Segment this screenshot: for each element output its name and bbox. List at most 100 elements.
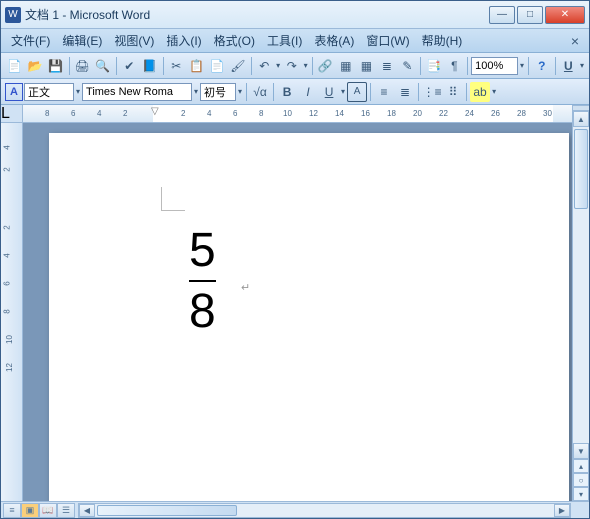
show-marks-icon[interactable]: ¶ <box>445 56 465 76</box>
hscroll-thumb[interactable] <box>97 505 237 516</box>
vertical-ruler: L 4 2 2 4 6 8 10 12 <box>1 105 23 501</box>
minimize-button[interactable]: — <box>489 6 515 24</box>
research-icon[interactable]: 📘 <box>140 56 160 76</box>
equation-fraction[interactable]: 5 8 <box>189 223 216 339</box>
size-combo[interactable]: 初号 <box>200 83 236 101</box>
separator <box>251 57 252 75</box>
bullets-icon[interactable]: ⠿ <box>443 82 463 102</box>
doc-map-icon[interactable]: 📑 <box>424 56 444 76</box>
menu-window[interactable]: 窗口(W) <box>360 30 415 51</box>
spell-icon[interactable]: ✔ <box>120 56 140 76</box>
scroll-thumb[interactable] <box>574 129 588 209</box>
separator <box>163 57 164 75</box>
close-doc-button[interactable]: × <box>565 31 585 51</box>
next-page-button[interactable]: ▾ <box>573 487 589 501</box>
undo-dropdown[interactable]: ▾ <box>275 61 281 70</box>
separator <box>418 83 419 101</box>
prev-page-button[interactable]: ▴ <box>573 459 589 473</box>
separator <box>420 57 421 75</box>
style-combo[interactable]: 正文 <box>24 83 74 101</box>
paste-icon[interactable]: 📄 <box>208 56 228 76</box>
menu-help[interactable]: 帮助(H) <box>416 30 469 51</box>
preview-icon[interactable]: 🔍 <box>93 56 113 76</box>
menu-edit[interactable]: 编辑(E) <box>56 30 108 51</box>
redo-icon[interactable]: ↷ <box>282 56 302 76</box>
standard-toolbar: 📄 📂 💾 🖨 🔍 ✔ 📘 ✂ 📋 📄 🖌 ↶▾ ↷▾ 🔗 ▦ ▦ ≣ ✎ 📑 … <box>1 53 589 79</box>
resize-grip-icon[interactable] <box>572 503 589 518</box>
vruler-strip[interactable]: 4 2 2 4 6 8 10 12 <box>1 123 22 501</box>
print-icon[interactable]: 🖨 <box>73 56 93 76</box>
help-icon[interactable]: ? <box>532 56 552 76</box>
size-dropdown[interactable]: ▾ <box>237 87 243 96</box>
fraction-denominator: 8 <box>189 284 216 339</box>
scroll-down-button[interactable]: ▼ <box>573 443 589 459</box>
underline-dropdown[interactable]: ▾ <box>340 87 346 96</box>
scroll-left-button[interactable]: ◀ <box>79 504 95 517</box>
window-title: 文档 1 - Microsoft Word <box>25 6 489 23</box>
align-left-icon[interactable]: ≡ <box>374 82 394 102</box>
italic-icon[interactable]: I <box>298 82 318 102</box>
outline-view-button[interactable]: ☰ <box>57 503 75 518</box>
cut-icon[interactable]: ✂ <box>167 56 187 76</box>
zoom-combo[interactable]: 100% <box>471 57 518 75</box>
format-painter-icon[interactable]: 🖌 <box>228 56 248 76</box>
hyperlink-icon[interactable]: 🔗 <box>316 56 336 76</box>
new-icon[interactable]: 📄 <box>5 56 25 76</box>
hscroll-track[interactable] <box>95 504 554 517</box>
close-button[interactable]: ✕ <box>545 6 585 24</box>
app-window: W 文档 1 - Microsoft Word — □ ✕ 文件(F) 编辑(E… <box>0 0 590 519</box>
scroll-track[interactable] <box>573 127 589 443</box>
vruler-tick: 6 <box>3 281 12 285</box>
page[interactable]: 5 8 ↵ <box>49 133 569 501</box>
menu-format[interactable]: 格式(O) <box>208 30 261 51</box>
style-value: 正文 <box>28 84 50 100</box>
hruler-tick: 16 <box>361 109 370 118</box>
print-layout-view-button[interactable]: ▣ <box>21 503 39 518</box>
hruler-tick: 22 <box>439 109 448 118</box>
font-combo[interactable]: Times New Roma <box>82 83 192 101</box>
document-area[interactable]: 5 8 ↵ <box>23 123 572 501</box>
underline-highlight-icon[interactable]: U <box>559 56 579 76</box>
horizontal-scrollbar: ◀ ▶ <box>78 503 571 518</box>
copy-icon[interactable]: 📋 <box>187 56 207 76</box>
indent-marker-icon[interactable]: ▽ <box>151 106 159 117</box>
styles-pane-icon[interactable]: A <box>5 83 23 101</box>
zoom-dropdown[interactable]: ▾ <box>519 61 525 70</box>
drawing-icon[interactable]: ✎ <box>398 56 418 76</box>
open-icon[interactable]: 📂 <box>26 56 46 76</box>
redo-dropdown[interactable]: ▾ <box>303 61 309 70</box>
menu-tools[interactable]: 工具(I) <box>261 30 308 51</box>
numbering-icon[interactable]: ⋮≡ <box>422 82 442 102</box>
tables-icon[interactable]: ▦ <box>336 56 356 76</box>
font-dropdown[interactable]: ▾ <box>193 87 199 96</box>
highlight-icon[interactable]: ab <box>470 82 490 102</box>
columns-icon[interactable]: ≣ <box>377 56 397 76</box>
normal-view-button[interactable]: ≡ <box>3 503 21 518</box>
horizontal-ruler[interactable]: ▽ 8 6 4 2 2 4 6 8 10 12 14 16 18 20 22 2… <box>23 105 572 123</box>
char-border-icon[interactable]: A <box>347 82 367 102</box>
separator <box>370 83 371 101</box>
menu-insert[interactable]: 插入(I) <box>160 30 207 51</box>
bottom-bar: ≡ ▣ 📖 ☰ ◀ ▶ <box>1 501 589 518</box>
menu-table[interactable]: 表格(A) <box>308 30 360 51</box>
dropdown[interactable]: ▾ <box>579 61 585 70</box>
scroll-right-button[interactable]: ▶ <box>554 504 570 517</box>
align-distribute-icon[interactable]: ≣ <box>395 82 415 102</box>
style-dropdown[interactable]: ▾ <box>75 87 81 96</box>
bold-icon[interactable]: B <box>277 82 297 102</box>
menu-view[interactable]: 视图(V) <box>108 30 160 51</box>
highlight-dropdown[interactable]: ▾ <box>491 87 497 96</box>
hruler-tick: 4 <box>207 109 211 118</box>
browse-object-button[interactable]: ○ <box>573 473 589 487</box>
formatting-toolbar: A 正文▾ Times New Roma▾ 初号▾ √α B I U▾ A ≡ … <box>1 79 589 105</box>
underline-icon[interactable]: U <box>319 82 339 102</box>
insert-table-icon[interactable]: ▦ <box>357 56 377 76</box>
separator <box>116 57 117 75</box>
menu-file[interactable]: 文件(F) <box>5 30 56 51</box>
equation-icon[interactable]: √α <box>250 82 270 102</box>
reading-view-button[interactable]: 📖 <box>39 503 57 518</box>
save-icon[interactable]: 💾 <box>46 56 66 76</box>
undo-icon[interactable]: ↶ <box>255 56 275 76</box>
scroll-up-button[interactable]: ▲ <box>573 111 589 127</box>
maximize-button[interactable]: □ <box>517 6 543 24</box>
